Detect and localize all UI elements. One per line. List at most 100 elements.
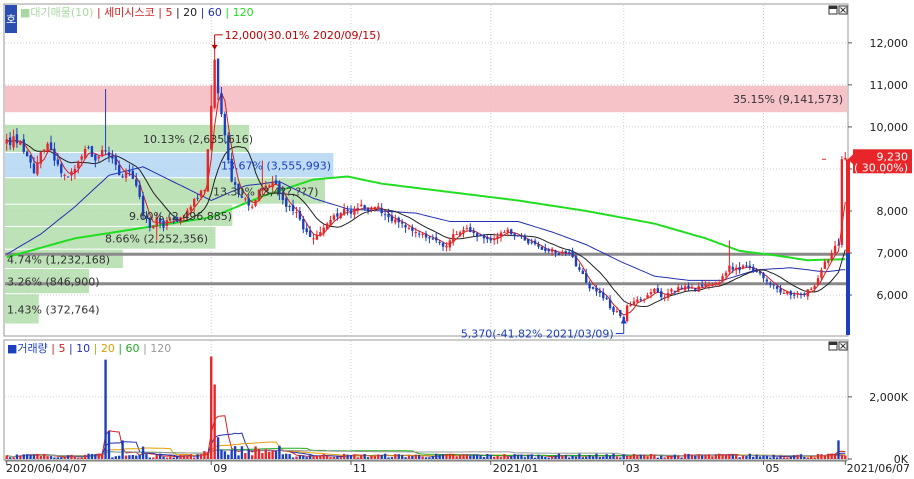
- volume-bar: [291, 457, 295, 459]
- candle-body: [724, 272, 728, 276]
- volume-bar: [312, 456, 315, 459]
- candle-body: [363, 204, 366, 210]
- candle-body: [90, 146, 94, 157]
- volume-bar: [687, 453, 690, 459]
- volume-bar: [5, 455, 8, 459]
- price-tick-label: 11,000: [870, 79, 909, 92]
- close-icon[interactable]: [838, 341, 848, 351]
- price-legend-item[interactable]: | 60: [201, 6, 226, 19]
- x-tick-label: 05: [765, 462, 779, 475]
- candle-body: [670, 289, 673, 292]
- candle-body: [765, 279, 769, 282]
- volume-bar: [520, 454, 523, 459]
- candle-body: [329, 220, 332, 226]
- volume-bar: [602, 456, 605, 459]
- volume-legend-item[interactable]: | 10: [69, 342, 94, 355]
- volume-bar: [322, 454, 325, 459]
- candle-body: [193, 199, 196, 207]
- volume-bar: [414, 454, 417, 459]
- price-legend-item[interactable]: | 120: [225, 6, 253, 19]
- volume-bar: [193, 457, 196, 459]
- candle-body: [796, 292, 799, 295]
- volume-bar: [114, 456, 117, 459]
- price-legend-item[interactable]: | 5: [158, 6, 176, 19]
- candle-body: [411, 227, 414, 231]
- volume-bar: [550, 456, 554, 459]
- volume-bar: [840, 454, 844, 459]
- volume-bar: [717, 453, 721, 459]
- volume-profile-label: 4.74% (1,232,168): [7, 253, 110, 266]
- candle-body: [424, 233, 428, 238]
- volume-bar: [608, 455, 612, 459]
- volume-bar: [336, 456, 339, 459]
- candle-body: [745, 265, 748, 267]
- volume-legend-item[interactable]: ■거래량: [7, 342, 51, 355]
- volume-bar: [690, 454, 694, 459]
- candle-body: [312, 238, 315, 240]
- volume-legend-item[interactable]: | 60: [118, 342, 143, 355]
- volume-bar: [823, 455, 827, 459]
- close-icon[interactable]: [838, 5, 848, 15]
- volume-bar: [141, 446, 145, 459]
- volume-bar: [506, 456, 510, 459]
- candle-body: [370, 207, 373, 210]
- volume-legend-item[interactable]: | 20: [94, 342, 119, 355]
- volume-bar: [196, 454, 199, 459]
- volume-bar: [438, 454, 441, 459]
- volume-bar: [66, 455, 70, 459]
- candle-body: [615, 311, 619, 313]
- volume-bar: [598, 456, 602, 459]
- volume-bar: [741, 455, 745, 459]
- price-legend-item[interactable]: | 세미시스코: [97, 6, 158, 19]
- volume-bar: [588, 454, 591, 459]
- candle-body: [452, 234, 455, 243]
- volume-bar: [632, 453, 636, 459]
- volume-bar: [308, 455, 312, 459]
- volume-bar: [152, 457, 155, 459]
- volume-legend-item[interactable]: | 120: [143, 342, 171, 355]
- candle-body: [22, 139, 25, 152]
- candle-body: [332, 215, 336, 220]
- volume-profile-label: 13.67% (3,555,993): [221, 160, 331, 173]
- volume-bar: [206, 452, 210, 459]
- maximize-icon[interactable]: [828, 5, 838, 15]
- candle-body: [567, 252, 571, 254]
- volume-bar: [250, 455, 254, 459]
- maximize-icon[interactable]: [828, 341, 838, 351]
- x-tick-label: 2021/01: [493, 462, 539, 475]
- volume-bar: [329, 457, 332, 459]
- volume-bar: [619, 457, 622, 459]
- candle-body: [605, 298, 608, 300]
- candle-body: [714, 282, 717, 285]
- volume-bar: [39, 456, 42, 459]
- candle-body: [550, 248, 554, 252]
- volume-bar: [360, 455, 363, 459]
- volume-bar: [707, 454, 711, 459]
- volume-bar: [772, 454, 775, 459]
- volume-bar: [748, 453, 752, 459]
- candle-body: [107, 152, 111, 157]
- candle-body: [581, 270, 585, 274]
- price-legend-item[interactable]: | 20: [176, 6, 201, 19]
- volume-bar: [407, 455, 411, 459]
- candle-body: [837, 244, 840, 246]
- candle-body: [530, 242, 533, 244]
- volume-bar: [278, 445, 281, 459]
- volume-bar: [513, 454, 516, 459]
- volume-bar: [227, 454, 230, 459]
- volume-bar: [319, 455, 322, 459]
- candle-body: [308, 230, 312, 237]
- candle-body: [510, 229, 513, 235]
- price-legend-item[interactable]: ■대기매물(10): [20, 6, 97, 19]
- volume-bar: [87, 453, 90, 459]
- candle-body: [632, 301, 636, 306]
- candle-body: [435, 237, 438, 241]
- volume-bar: [458, 454, 462, 459]
- volume-bar: [169, 456, 172, 459]
- volume-legend-item[interactable]: | 5: [51, 342, 69, 355]
- candle-body: [319, 232, 322, 237]
- volume-bar: [629, 456, 632, 459]
- volume-bar: [285, 453, 288, 459]
- candle-body: [738, 267, 741, 271]
- volume-bar: [377, 454, 380, 459]
